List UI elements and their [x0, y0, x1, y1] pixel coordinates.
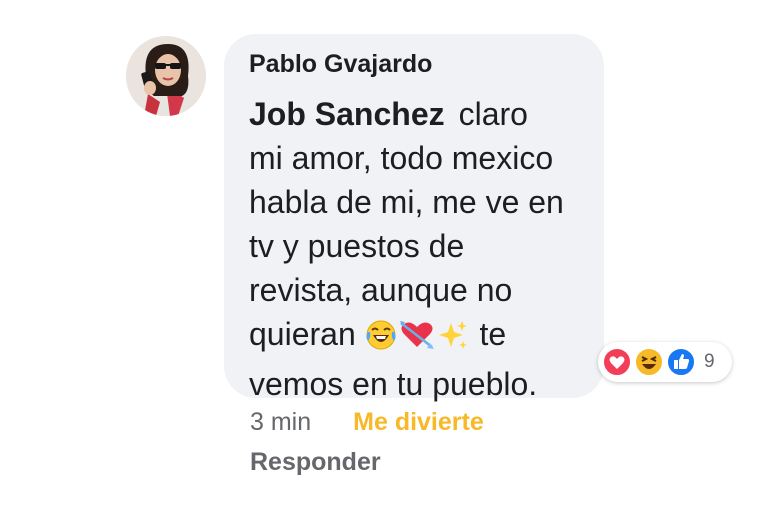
- comment-line: vemos en tu pueblo.: [249, 366, 538, 402]
- reactions-summary[interactable]: 9: [598, 342, 732, 382]
- comment-line: quieran te: [249, 312, 594, 362]
- comment-timestamp[interactable]: 3 min: [250, 408, 311, 436]
- reply-button[interactable]: Responder: [250, 448, 381, 477]
- comment-meta: 3 min Me divierte: [250, 408, 484, 437]
- comment-line-text: quieran: [249, 316, 356, 352]
- comment-line: Job Sanchez claro: [249, 92, 594, 136]
- comment-line: mi amor, todo mexico: [249, 140, 554, 176]
- profile-photo: [126, 36, 206, 116]
- laughing-tears-emoji: [365, 318, 397, 362]
- comment-line-text: claro: [458, 96, 528, 132]
- comment-line-text: te: [479, 316, 507, 352]
- heart-arrow-emoji: [399, 318, 435, 362]
- comment-author[interactable]: Pablo Gvajardo: [249, 50, 432, 79]
- avatar[interactable]: [126, 36, 206, 116]
- sparkles-emoji: [437, 318, 469, 362]
- love-reaction-icon: [602, 347, 632, 382]
- like-reaction-icon: [666, 347, 696, 382]
- haha-reaction-icon: [634, 347, 664, 382]
- mention-link[interactable]: Job Sanchez: [249, 96, 445, 132]
- comment-text: Job Sanchez claro mi amor, todo mexico ha…: [249, 92, 594, 406]
- comment-line: revista, aunque no: [249, 272, 513, 308]
- comment-line: tv y puestos de: [249, 228, 465, 264]
- reaction-button[interactable]: Me divierte: [353, 408, 484, 436]
- reaction-count: 9: [704, 351, 715, 372]
- comment-line: habla de mi, me ve en: [249, 184, 564, 220]
